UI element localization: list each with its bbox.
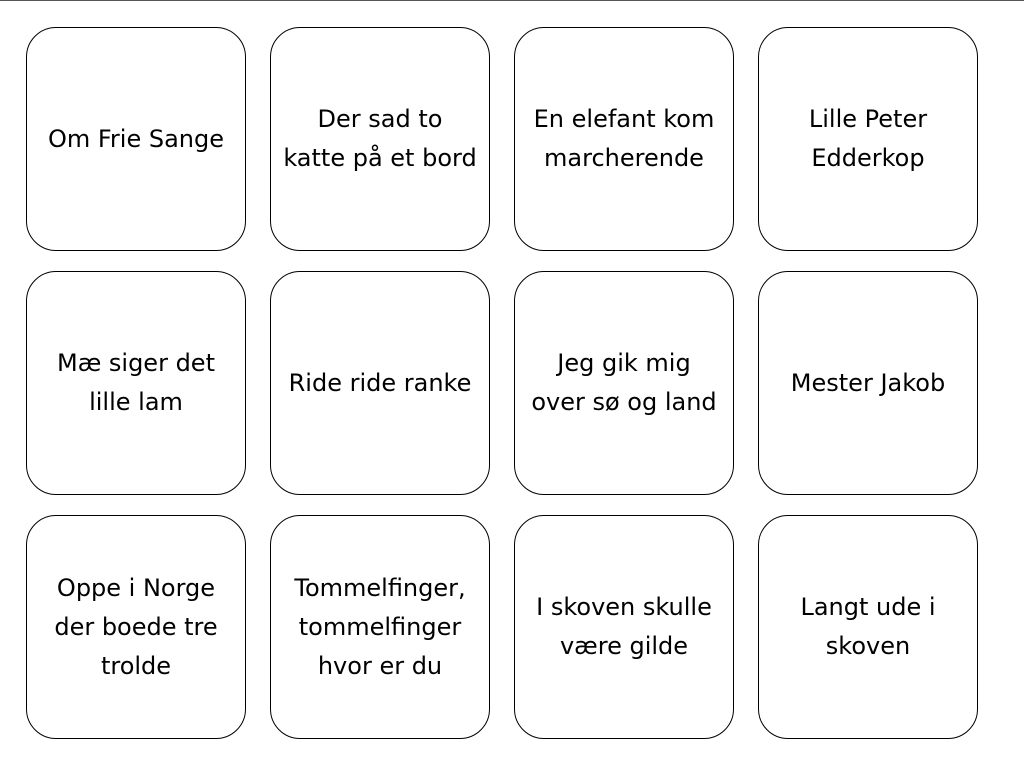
song-tile-label: I skoven skulle være gilde (536, 593, 712, 660)
song-tile-en-elefant-kom[interactable]: En elefant kom marcherende (514, 27, 734, 251)
song-tile-der-sad-to-katte[interactable]: Der sad to katte på et bord (270, 27, 490, 251)
song-tile-label: Om Frie Sange (47, 124, 225, 153)
top-divider (0, 0, 1024, 1)
song-tile-ride-ride-ranke[interactable]: Ride ride ranke (270, 271, 490, 495)
song-tile-label: Mester Jakob (790, 368, 946, 397)
song-tile-label: En elefant kom marcherende (533, 105, 715, 172)
song-tile-label: Tommelfinger, tommelfinger hvor er du (294, 573, 466, 680)
song-tile-om-frie-sange[interactable]: Om Frie Sange (26, 27, 246, 251)
song-tile-label: Oppe i Norge der boede tre trolde (54, 573, 218, 680)
song-tile-langt-ude-i-skoven[interactable]: Langt ude i skoven (758, 515, 978, 739)
song-tile-label: Jeg gik mig over sø og land (531, 349, 717, 416)
song-tile-label: Der sad to katte på et bord (283, 105, 477, 172)
song-tile-label: Mæ siger det lille lam (57, 349, 215, 416)
song-tile-label: Langt ude i skoven (800, 593, 936, 660)
song-tile-mester-jakob[interactable]: Mester Jakob (758, 271, 978, 495)
song-tile-i-skoven-skulle[interactable]: I skoven skulle være gilde (514, 515, 734, 739)
song-grid: Om Frie Sange Der sad to katte på et bor… (26, 27, 978, 739)
song-tile-mae-siger-det-lille-lam[interactable]: Mæ siger det lille lam (26, 271, 246, 495)
song-tile-lille-peter-edderkop[interactable]: Lille Peter Edderkop (758, 27, 978, 251)
song-tile-jeg-gik-mig-over[interactable]: Jeg gik mig over sø og land (514, 271, 734, 495)
song-tile-label: Lille Peter Edderkop (808, 105, 928, 172)
song-tile-tommelfinger[interactable]: Tommelfinger, tommelfinger hvor er du (270, 515, 490, 739)
song-tile-oppe-i-norge[interactable]: Oppe i Norge der boede tre trolde (26, 515, 246, 739)
song-tile-label: Ride ride ranke (288, 368, 472, 397)
